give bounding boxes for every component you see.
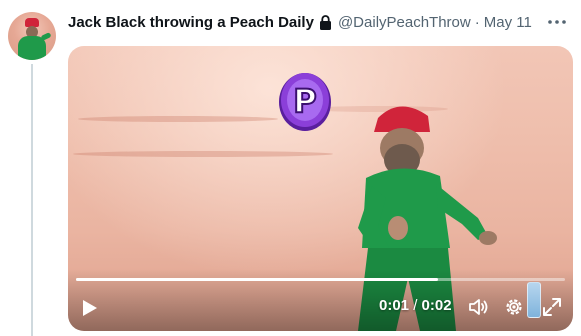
play-button[interactable] — [80, 296, 100, 320]
tweet[interactable]: Jack Black throwing a Peach Daily @Daily… — [0, 0, 581, 336]
floor-wave — [73, 151, 333, 157]
gear-icon — [506, 299, 522, 315]
play-icon — [83, 300, 97, 316]
duration: 0:02 — [421, 297, 452, 314]
fullscreen-button[interactable] — [541, 296, 563, 318]
tweet-header: Jack Black throwing a Peach Daily @Daily… — [68, 12, 569, 32]
handle[interactable]: @DailyPeachThrow — [338, 14, 471, 31]
coin-icon: P — [279, 73, 331, 131]
video-player[interactable]: P 0:01 / 0:02 — [68, 46, 573, 331]
thread-line — [31, 64, 33, 336]
settings-button[interactable] — [503, 296, 525, 318]
coin-letter: P — [293, 82, 316, 120]
avatar-column — [8, 12, 56, 60]
expand-icon — [543, 298, 561, 316]
progress-bar[interactable] — [76, 278, 565, 281]
volume-icon — [469, 299, 488, 315]
more-icon[interactable] — [545, 10, 569, 34]
floor-wave — [78, 116, 278, 122]
time-display: 0:01 / 0:02 — [379, 297, 452, 314]
avatar[interactable] — [8, 12, 56, 60]
bottle-overlay — [527, 282, 541, 318]
separator: · — [474, 13, 480, 31]
display-name[interactable]: Jack Black throwing a Peach Daily — [68, 14, 314, 31]
post-date[interactable]: May 11 — [484, 14, 532, 31]
avatar-arm — [40, 32, 52, 41]
progress-fill — [76, 278, 438, 281]
current-time: 0:01 — [379, 297, 410, 314]
lock-icon — [318, 14, 334, 30]
volume-button[interactable] — [467, 296, 489, 318]
time-separator: / — [409, 297, 422, 314]
